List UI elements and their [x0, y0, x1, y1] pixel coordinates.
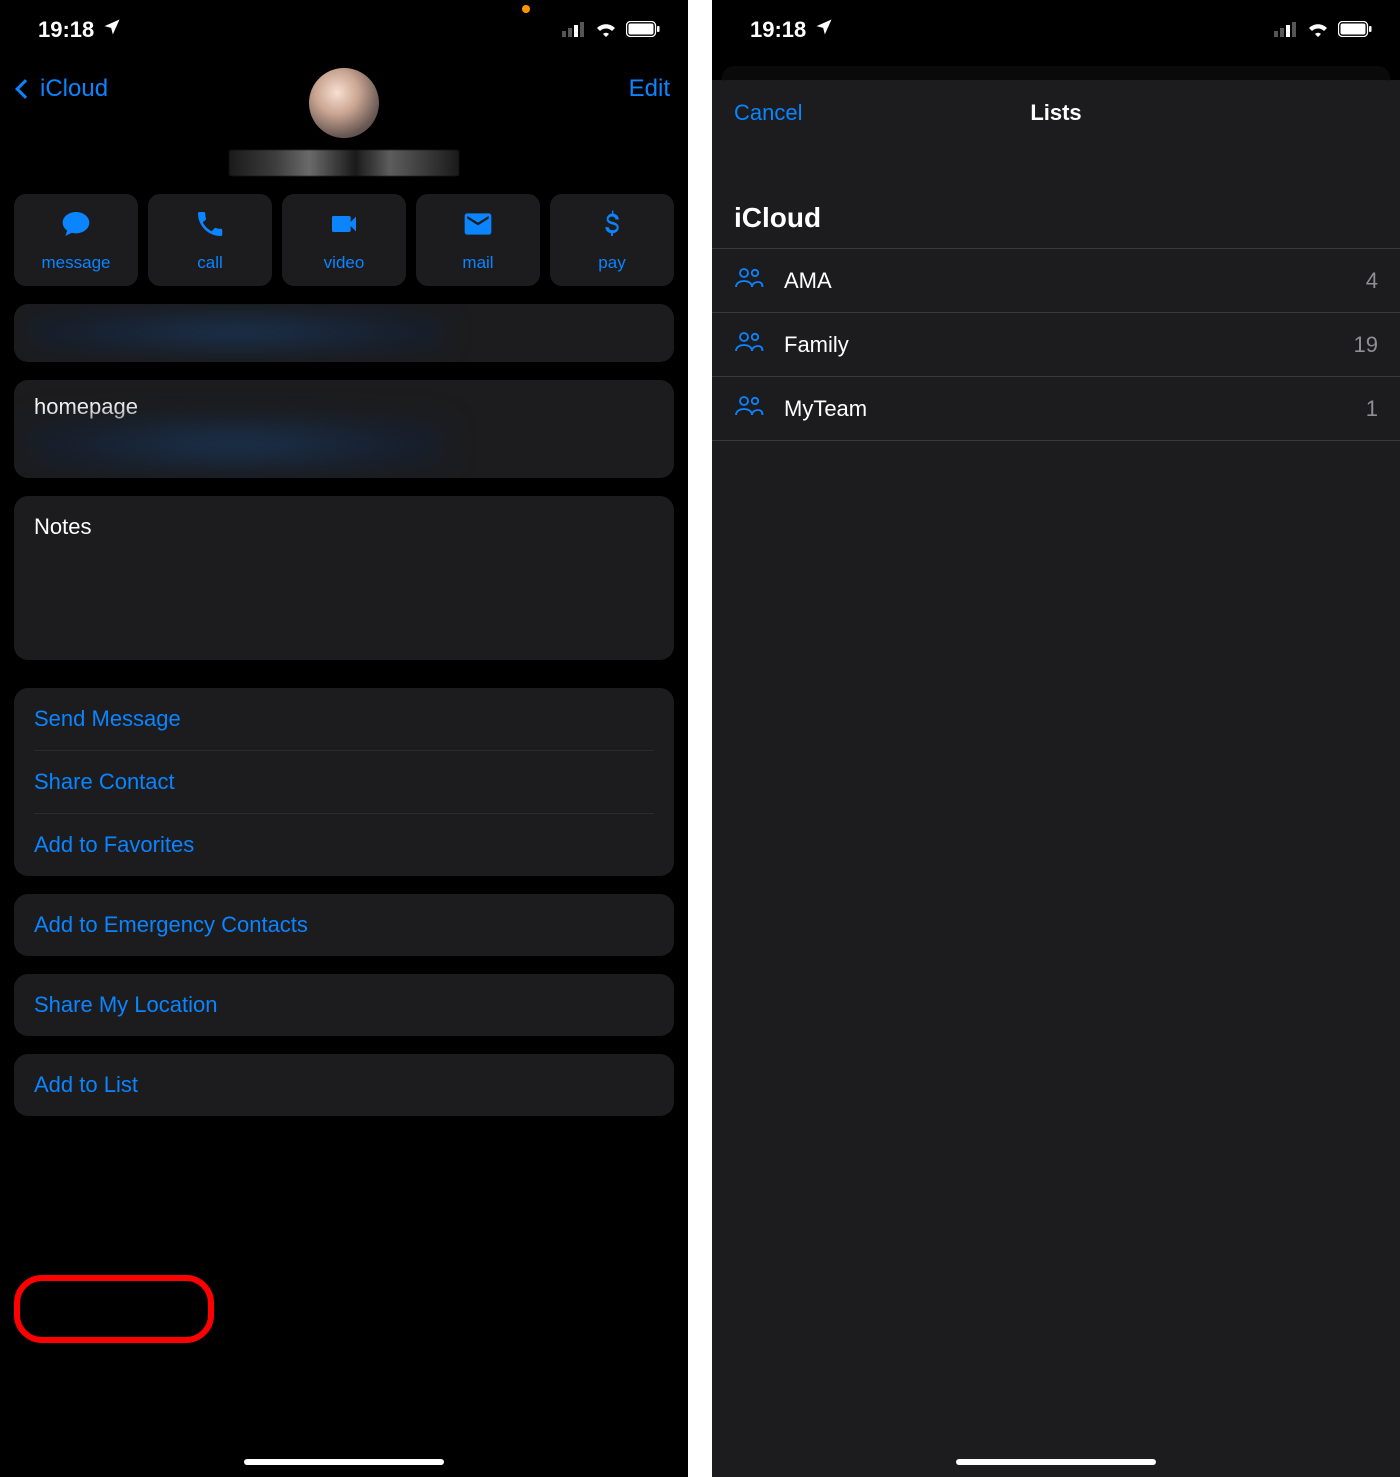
redacted-field — [14, 304, 674, 362]
qa-label: video — [324, 253, 365, 273]
avatar[interactable] — [309, 68, 379, 138]
mail-icon — [462, 208, 494, 245]
notes-field[interactable]: Notes — [14, 496, 674, 660]
sheet-header: Cancel Lists — [712, 80, 1400, 146]
list-item-family[interactable]: Family 19 — [712, 312, 1400, 376]
homepage-value-redacted — [26, 420, 446, 468]
lists-sheet: Cancel Lists iCloud AMA 4 Family 19 — [712, 80, 1400, 1477]
home-indicator[interactable] — [244, 1459, 444, 1465]
cancel-button[interactable]: Cancel — [734, 100, 802, 126]
call-button[interactable]: call — [148, 194, 272, 286]
message-icon — [60, 208, 92, 245]
qa-label: message — [42, 253, 111, 273]
list-item-label: AMA — [784, 268, 1346, 294]
message-button[interactable]: message — [14, 194, 138, 286]
phone-icon — [194, 208, 226, 245]
cellular-signal-icon — [1274, 17, 1298, 43]
back-label: iCloud — [40, 75, 108, 103]
qa-label: call — [197, 253, 223, 273]
sheet-title: Lists — [1030, 100, 1081, 126]
homepage-label: homepage — [34, 394, 654, 420]
chevron-left-icon — [15, 79, 35, 99]
edit-button[interactable]: Edit — [629, 75, 670, 103]
dollar-icon — [596, 208, 628, 245]
location-arrow-icon — [102, 17, 122, 43]
location-arrow-icon — [814, 17, 834, 43]
list-item-label: MyTeam — [784, 396, 1346, 422]
video-button[interactable]: video — [282, 194, 406, 286]
list-item-count: 1 — [1366, 396, 1378, 422]
add-emergency-contact-button[interactable]: Add to Emergency Contacts — [14, 894, 674, 956]
list-item-count: 4 — [1366, 268, 1378, 294]
wifi-icon — [1306, 17, 1330, 43]
section-header-icloud: iCloud — [712, 146, 1400, 248]
list-item-myteam[interactable]: MyTeam 1 — [712, 376, 1400, 441]
share-location-group: Share My Location — [14, 974, 674, 1036]
add-to-list-button[interactable]: Add to List — [14, 1054, 674, 1116]
home-indicator[interactable] — [956, 1459, 1156, 1465]
status-bar: 19:18 — [712, 0, 1400, 60]
list-item-count: 19 — [1354, 332, 1378, 358]
quick-actions-row: message call video mail pay — [0, 194, 688, 286]
list-item-label: Family — [784, 332, 1334, 358]
add-to-list-group: Add to List — [14, 1054, 674, 1116]
send-message-button[interactable]: Send Message — [14, 688, 674, 750]
group-icon — [734, 395, 764, 422]
share-my-location-button[interactable]: Share My Location — [14, 974, 674, 1036]
wifi-icon — [594, 17, 618, 43]
back-button[interactable]: iCloud — [18, 75, 108, 103]
contact-name-redacted — [229, 150, 459, 176]
recording-indicator-icon — [522, 5, 530, 13]
battery-icon — [626, 17, 660, 43]
add-to-favorites-button[interactable]: Add to Favorites — [14, 814, 674, 876]
group-icon — [734, 331, 764, 358]
pay-button[interactable]: pay — [550, 194, 674, 286]
share-contact-button[interactable]: Share Contact — [14, 751, 674, 813]
homepage-field[interactable]: homepage — [14, 380, 674, 478]
qa-label: pay — [598, 253, 625, 273]
group-icon — [734, 267, 764, 294]
cellular-signal-icon — [562, 17, 586, 43]
list-item-ama[interactable]: AMA 4 — [712, 248, 1400, 312]
status-bar: 19:18 — [0, 0, 688, 60]
emergency-group: Add to Emergency Contacts — [14, 894, 674, 956]
mail-button[interactable]: mail — [416, 194, 540, 286]
qa-label: mail — [462, 253, 493, 273]
notes-label: Notes — [34, 514, 91, 539]
annotation-highlight — [14, 1275, 214, 1343]
video-icon — [328, 208, 360, 245]
phone-lists-sheet: 19:18 Cancel Lists iCloud — [712, 0, 1400, 1477]
battery-icon — [1338, 17, 1372, 43]
phone-contact-detail: 19:18 iCloud Edit — [0, 0, 688, 1477]
status-time: 19:18 — [750, 17, 806, 43]
status-time: 19:18 — [38, 17, 94, 43]
actions-group-1: Send Message Share Contact Add to Favori… — [14, 688, 674, 876]
